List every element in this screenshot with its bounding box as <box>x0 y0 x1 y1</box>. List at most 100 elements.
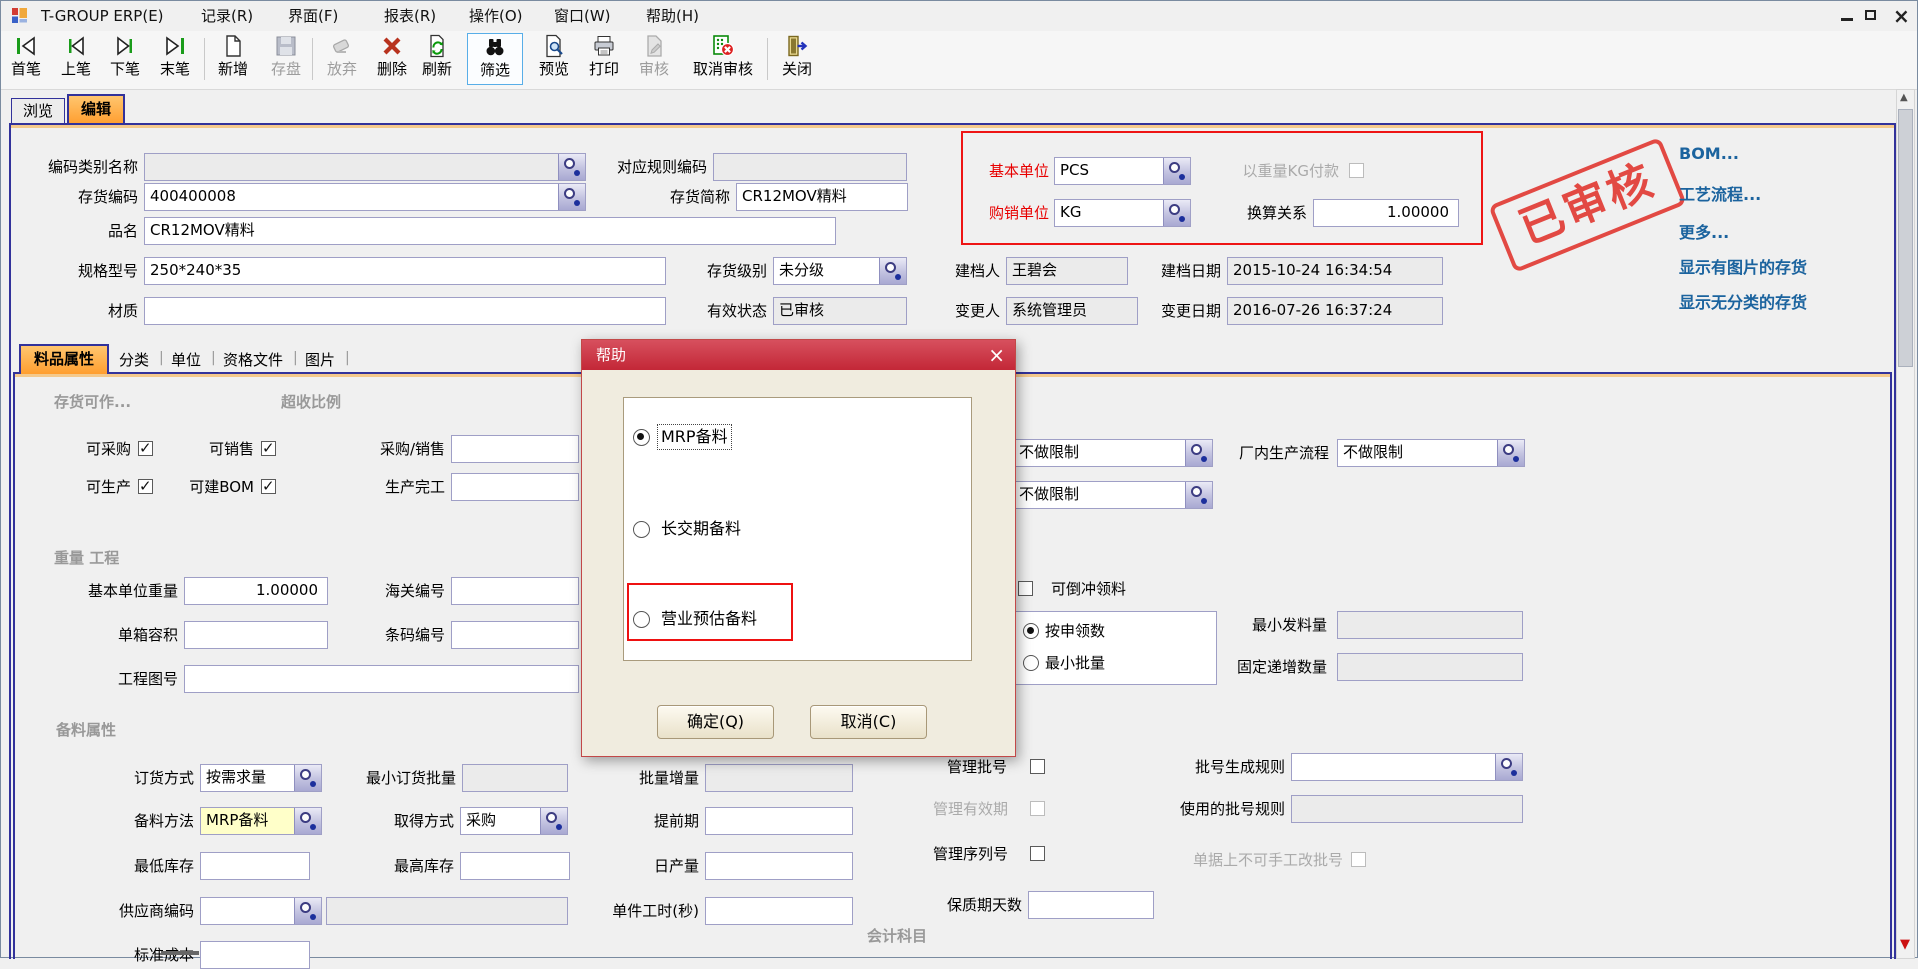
tab-item-attributes[interactable]: 料品属性 <box>19 344 109 374</box>
min-stock-field[interactable] <box>200 852 310 880</box>
material-field[interactable] <box>144 297 666 325</box>
by-request-radio[interactable] <box>1023 623 1039 639</box>
std-cost-field[interactable] <box>200 941 310 969</box>
link-bom[interactable]: BOM... <box>1679 144 1739 163</box>
tab-qualification-files[interactable]: 资格文件 <box>223 349 283 370</box>
dialog-title-bar[interactable]: 帮助 <box>582 340 1015 370</box>
spec-field[interactable]: 250*240*35 <box>144 257 666 285</box>
restriction-field-a[interactable]: 不做限制 <box>1013 439 1213 467</box>
customs-code-field[interactable] <box>451 577 579 605</box>
daily-output-field[interactable] <box>705 852 853 880</box>
scrollbar-thumb[interactable] <box>1898 109 1913 367</box>
scroll-down-icon[interactable]: ▼ <box>1900 937 1910 952</box>
prep-method-field[interactable]: MRP备料 <box>200 807 322 835</box>
cancel-audit-button[interactable]: 取消审核 <box>684 33 762 78</box>
long-lead-option-radio[interactable] <box>633 521 650 538</box>
lookup-icon[interactable] <box>294 808 321 834</box>
factory-flow-field[interactable]: 不做限制 <box>1337 439 1525 467</box>
item-abbr-field[interactable]: CR12MOV精料 <box>736 183 908 211</box>
print-button[interactable]: 打印 <box>581 33 627 78</box>
lookup-icon[interactable] <box>1163 200 1190 226</box>
exit-button[interactable]: 关闭 <box>774 33 820 78</box>
unit-time-field[interactable] <box>705 897 853 925</box>
manage-batch-checkbox[interactable] <box>1030 759 1045 774</box>
lookup-icon[interactable] <box>1495 754 1522 780</box>
backflush-checkbox[interactable] <box>1018 581 1033 596</box>
scroll-up-icon[interactable]: ▲ <box>1900 92 1908 103</box>
link-process-flow[interactable]: 工艺流程... <box>1679 181 1761 205</box>
item-name-field[interactable]: CR12MOV精料 <box>144 217 836 245</box>
sellable-checkbox[interactable] <box>261 441 276 456</box>
maximize-button[interactable] <box>1865 10 1876 20</box>
lookup-icon[interactable] <box>540 808 567 834</box>
trade-unit-field[interactable]: KG <box>1054 199 1191 227</box>
menu-operate[interactable]: 操作(O) <box>465 5 527 27</box>
restriction-field-b[interactable]: 不做限制 <box>1013 481 1213 509</box>
box-volume-field[interactable] <box>184 621 328 649</box>
lookup-icon[interactable] <box>879 258 906 284</box>
purchasable-checkbox[interactable] <box>138 441 153 456</box>
lookup-icon[interactable] <box>558 154 585 180</box>
ok-button[interactable]: 确定(Q) <box>657 705 774 739</box>
delete-button[interactable]: 删除 <box>369 33 415 78</box>
minimize-button[interactable] <box>1841 18 1853 21</box>
producible-checkbox[interactable] <box>138 479 153 494</box>
menu-record[interactable]: 记录(R) <box>197 5 257 27</box>
mrp-option-label[interactable]: MRP备料 <box>658 425 731 449</box>
tab-browse[interactable]: 浏览 <box>11 98 65 124</box>
menu-help[interactable]: 帮助(H) <box>642 5 703 27</box>
code-category-field[interactable] <box>144 153 586 181</box>
over-production-field[interactable] <box>451 473 579 501</box>
dialog-close-icon[interactable]: × <box>988 341 1005 369</box>
last-record-button[interactable]: 末笔 <box>152 33 198 78</box>
tab-images[interactable]: 图片 <box>305 349 335 370</box>
close-window-button[interactable]: × <box>1893 3 1910 29</box>
tab-classification[interactable]: 分类 <box>119 349 149 370</box>
manage-serial-checkbox[interactable] <box>1030 846 1045 861</box>
max-stock-field[interactable] <box>460 852 570 880</box>
lead-time-field[interactable] <box>705 807 853 835</box>
conversion-field[interactable]: 1.00000 <box>1313 199 1459 227</box>
order-mode-field[interactable]: 按需求量 <box>200 764 322 792</box>
item-abbr-label: 存货简称 <box>640 183 730 211</box>
shelf-days-field[interactable] <box>1028 891 1154 919</box>
min-batch-radio[interactable] <box>1023 655 1039 671</box>
supplier-code-field[interactable] <box>200 897 322 925</box>
batch-rule-field[interactable] <box>1291 753 1523 781</box>
drawing-no-field[interactable] <box>184 665 579 693</box>
menu-window[interactable]: 窗口(W) <box>550 5 615 27</box>
link-more[interactable]: 更多... <box>1679 219 1729 243</box>
lookup-icon[interactable] <box>1497 440 1524 466</box>
item-code-field[interactable]: 400400008 <box>144 183 586 211</box>
base-weight-field[interactable]: 1.00000 <box>184 577 328 605</box>
over-purchase-sale-field[interactable] <box>451 435 579 463</box>
lookup-icon[interactable] <box>1185 440 1212 466</box>
lookup-icon[interactable] <box>294 898 321 924</box>
barcode-field[interactable] <box>451 621 579 649</box>
lookup-icon[interactable] <box>294 765 321 791</box>
acquire-mode-field[interactable]: 采购 <box>460 807 568 835</box>
mrp-option-radio[interactable] <box>633 429 650 446</box>
filter-button[interactable]: 筛选 <box>467 33 523 85</box>
lookup-icon[interactable] <box>1185 482 1212 508</box>
preview-button[interactable]: 预览 <box>531 33 577 78</box>
new-button[interactable]: 新增 <box>210 33 256 78</box>
menu-interface[interactable]: 界面(F) <box>284 5 342 27</box>
tab-edit[interactable]: 编辑 <box>67 94 125 124</box>
long-lead-option-label[interactable]: 长交期备料 <box>661 517 741 541</box>
cancel-button[interactable]: 取消(C) <box>810 705 927 739</box>
base-unit-field[interactable]: PCS <box>1054 157 1191 185</box>
refresh-button[interactable]: 刷新 <box>414 33 460 78</box>
lookup-icon[interactable] <box>558 184 585 210</box>
bom-allowed-checkbox[interactable] <box>261 479 276 494</box>
link-show-unclassified[interactable]: 显示无分类的存货 <box>1679 289 1807 313</box>
menu-report[interactable]: 报表(R) <box>380 5 440 27</box>
tab-unit[interactable]: 单位 <box>171 349 201 370</box>
menu-app[interactable]: T-GROUP ERP(E) <box>37 5 168 27</box>
prev-record-button[interactable]: 上笔 <box>53 33 99 78</box>
lookup-icon[interactable] <box>1163 158 1190 184</box>
level-field[interactable]: 未分级 <box>773 257 907 285</box>
first-record-button[interactable]: 首笔 <box>3 33 49 78</box>
next-record-button[interactable]: 下笔 <box>102 33 148 78</box>
link-show-with-images[interactable]: 显示有图片的存货 <box>1679 254 1807 278</box>
